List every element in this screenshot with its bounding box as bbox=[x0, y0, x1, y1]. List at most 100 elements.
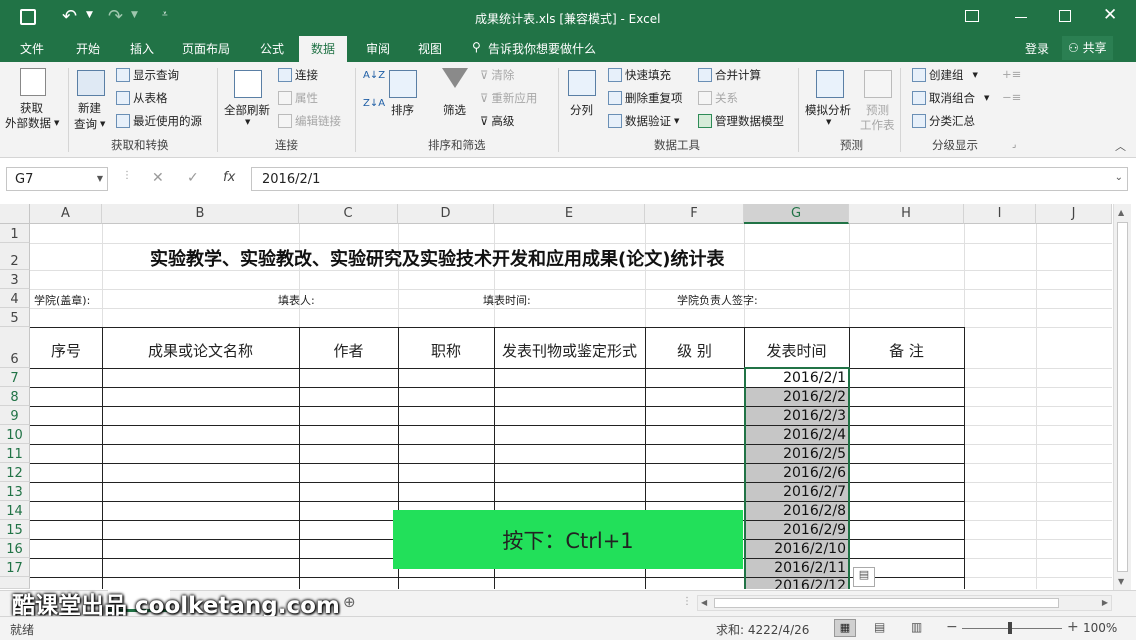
row-header[interactable]: 16 bbox=[0, 539, 30, 558]
sort-az-button[interactable]: A↓Z bbox=[363, 70, 385, 81]
row-header[interactable]: 15 bbox=[0, 520, 30, 539]
clear-button[interactable]: ⊽ 清除 bbox=[480, 67, 514, 83]
undo-dropdown-icon[interactable]: ▼ bbox=[86, 10, 93, 20]
row-header[interactable]: 6 bbox=[0, 327, 30, 368]
cell-fill-date[interactable]: 填表时间: bbox=[483, 292, 531, 308]
tab-view[interactable]: 视图 bbox=[418, 40, 442, 57]
zoom-level[interactable]: 100% bbox=[1083, 621, 1117, 635]
forecast-sheet-button[interactable]: 预测 bbox=[866, 102, 889, 118]
status-sum[interactable]: 求和: 4222/4/26 bbox=[716, 621, 809, 638]
scroll-up-icon[interactable]: ▲ bbox=[1118, 208, 1124, 217]
group-button[interactable]: 创建组 ▼ bbox=[912, 67, 978, 83]
zoom-slider[interactable] bbox=[962, 628, 1062, 629]
tab-file[interactable]: 文件 bbox=[20, 40, 44, 57]
cancel-icon[interactable]: ✕ bbox=[152, 170, 164, 186]
header-publish-date[interactable]: 发表时间 bbox=[744, 340, 849, 361]
ungroup-button[interactable]: 取消组合 ▼ bbox=[912, 90, 989, 106]
tell-me-input[interactable]: 告诉我你想要做什么 bbox=[488, 40, 596, 57]
sort-button[interactable]: 排序 bbox=[391, 102, 414, 118]
row-header[interactable]: 12 bbox=[0, 463, 30, 482]
connections-button[interactable]: 连接 bbox=[278, 67, 318, 83]
insert-function-icon[interactable]: fx bbox=[223, 170, 235, 185]
scroll-left-icon[interactable]: ◀ bbox=[701, 598, 707, 607]
filter-button[interactable]: 筛选 bbox=[443, 102, 466, 118]
customize-icon[interactable]: ⩡ bbox=[162, 9, 168, 20]
what-if-button[interactable]: 模拟分析 bbox=[805, 102, 851, 118]
horizontal-scrollbar[interactable]: ◀ ▶ bbox=[697, 595, 1112, 611]
vertical-scrollbar[interactable]: ▲ ▼ bbox=[1113, 204, 1131, 590]
collapse-ribbon-icon[interactable]: ︿ bbox=[1115, 138, 1126, 154]
formula-input[interactable]: 2016/2/1 ⌄ bbox=[251, 167, 1128, 191]
header-remarks[interactable]: 备 注 bbox=[849, 340, 964, 361]
tab-home[interactable]: 开始 bbox=[76, 40, 100, 57]
maximize-icon[interactable] bbox=[1059, 10, 1071, 22]
cell-college-stamp[interactable]: 学院(盖章): bbox=[34, 292, 90, 308]
row-header[interactable]: 10 bbox=[0, 425, 30, 444]
undo-icon[interactable]: ↶ bbox=[62, 6, 77, 27]
row-header[interactable]: 5 bbox=[0, 308, 30, 327]
tab-insert[interactable]: 插入 bbox=[130, 40, 154, 57]
ribbon-display-icon[interactable] bbox=[965, 10, 979, 22]
row-header[interactable]: 3 bbox=[0, 270, 30, 289]
row-header[interactable]: 2 bbox=[0, 243, 30, 270]
enter-icon[interactable]: ✓ bbox=[187, 170, 199, 186]
sort-za-button[interactable]: Z↓A bbox=[363, 98, 385, 109]
row-header[interactable]: 11 bbox=[0, 444, 30, 463]
manage-data-model-button[interactable]: 管理数据模型 bbox=[698, 113, 784, 129]
data-validation-button[interactable]: 数据验证 ▼ bbox=[608, 113, 679, 129]
column-header-e[interactable]: E bbox=[494, 204, 645, 224]
recent-sources-button[interactable]: 最近使用的源 bbox=[116, 113, 202, 129]
subtotal-button[interactable]: 分类汇总 bbox=[912, 113, 975, 129]
cell-filled-by[interactable]: 填表人: bbox=[278, 292, 315, 308]
save-icon[interactable] bbox=[20, 9, 36, 25]
refresh-all-button[interactable]: 全部刷新 bbox=[224, 102, 270, 118]
split-button[interactable]: 分列 bbox=[570, 102, 593, 118]
tab-data[interactable]: 数据 bbox=[299, 36, 348, 63]
remove-duplicates-button[interactable]: 删除重复项 bbox=[608, 90, 683, 106]
column-header-a[interactable]: A bbox=[30, 204, 102, 224]
page-break-view-icon[interactable]: ▥ bbox=[911, 620, 922, 634]
relationships-button[interactable]: 关系 bbox=[698, 90, 738, 106]
header-author[interactable]: 作者 bbox=[299, 340, 398, 361]
close-icon[interactable]: ✕ bbox=[1103, 5, 1117, 25]
tab-review[interactable]: 审阅 bbox=[366, 40, 390, 57]
tab-formulas[interactable]: 公式 bbox=[260, 40, 284, 57]
column-header-h[interactable]: H bbox=[849, 204, 964, 224]
get-external-data-button[interactable]: 获取 bbox=[20, 100, 43, 116]
forecast-sheet-label2[interactable]: 工作表 bbox=[860, 117, 895, 133]
zoom-out-icon[interactable]: − bbox=[946, 619, 958, 635]
dialog-launcher-icon[interactable]: ⌟ bbox=[1012, 140, 1016, 150]
minimize-icon[interactable] bbox=[1015, 17, 1027, 18]
show-queries-button[interactable]: 显示查询 bbox=[116, 67, 179, 83]
new-query-button[interactable]: 新建 bbox=[78, 100, 101, 116]
redo-icon[interactable]: ↷ bbox=[108, 6, 123, 27]
redo-dropdown-icon[interactable]: ▼ bbox=[131, 10, 138, 20]
column-header-f[interactable]: F bbox=[645, 204, 744, 224]
consolidate-button[interactable]: 合并计算 bbox=[698, 67, 761, 83]
row-header[interactable]: 14 bbox=[0, 501, 30, 520]
row-header[interactable]: 13 bbox=[0, 482, 30, 501]
row-header[interactable]: 17 bbox=[0, 558, 30, 577]
get-external-label2[interactable]: 外部数据 ▼ bbox=[5, 115, 59, 131]
page-layout-view-icon[interactable]: ▤ bbox=[874, 620, 885, 634]
chevron-down-icon[interactable]: ▼ bbox=[97, 174, 103, 183]
quick-analysis-icon[interactable]: ▤ bbox=[853, 567, 875, 587]
share-button[interactable]: ⚇ 共享 bbox=[1062, 36, 1113, 60]
row-header[interactable]: 9 bbox=[0, 406, 30, 425]
vertical-scroll-thumb[interactable] bbox=[1117, 222, 1128, 572]
horizontal-scroll-thumb[interactable] bbox=[714, 598, 1059, 608]
scroll-right-icon[interactable]: ▶ bbox=[1102, 598, 1108, 607]
expand-formula-icon[interactable]: ⌄ bbox=[1115, 172, 1123, 183]
column-header-c[interactable]: C bbox=[299, 204, 398, 224]
scroll-down-icon[interactable]: ▼ bbox=[1118, 577, 1124, 586]
row-header[interactable]: 1 bbox=[0, 224, 30, 243]
row-header[interactable]: 7 bbox=[0, 368, 30, 387]
column-header-j[interactable]: J bbox=[1036, 204, 1112, 224]
header-title-rank[interactable]: 职称 bbox=[398, 340, 494, 361]
chevron-down-icon[interactable]: ▼ bbox=[245, 118, 250, 126]
name-box[interactable]: G7 ▼ bbox=[6, 167, 108, 191]
column-header-g[interactable]: G bbox=[744, 204, 849, 224]
row-header[interactable]: 4 bbox=[0, 289, 30, 308]
header-publication[interactable]: 发表刊物或鉴定形式 bbox=[494, 340, 645, 361]
tab-page-layout[interactable]: 页面布局 bbox=[182, 40, 230, 57]
